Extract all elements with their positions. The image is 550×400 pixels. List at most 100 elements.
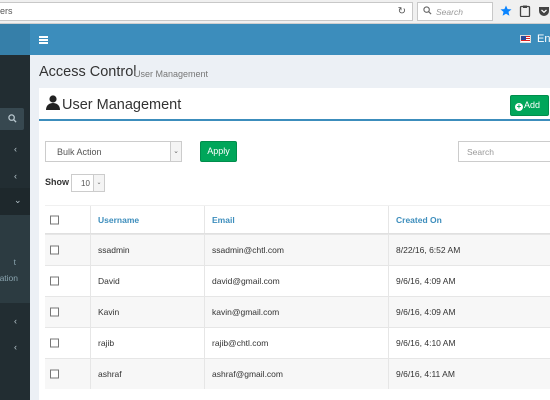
header-cell[interactable]: Email <box>204 206 388 233</box>
browser-toolbar: ers ↻ Search <box>0 0 550 24</box>
show-label: Show <box>45 177 69 187</box>
add-user-button[interactable]: + Add <box>510 95 549 116</box>
app-header <box>0 24 550 55</box>
username-cell: David <box>90 266 204 296</box>
page-size-select[interactable]: 10 ⌄ <box>71 174 105 192</box>
sidebar-submenu: t ation <box>0 215 30 303</box>
header-cell[interactable]: Created On <box>388 206 550 233</box>
select-cell <box>45 297 90 327</box>
username-cell: rajib <box>90 328 204 358</box>
chevron-down-icon: ⌄ <box>170 142 181 161</box>
email-cell: ashraf@gmail.com <box>204 359 388 389</box>
us-flag-icon[interactable] <box>520 35 531 43</box>
language-selector[interactable]: Engl <box>537 33 550 45</box>
search-icon <box>423 6 432 15</box>
user-icon <box>46 95 60 110</box>
submenu-item[interactable]: t <box>14 257 16 267</box>
email-cell: ssadmin@chtl.com <box>204 235 388 265</box>
search-icon <box>8 114 17 123</box>
clipboard-icon[interactable] <box>519 5 531 17</box>
search-input[interactable]: Search <box>458 141 550 162</box>
browser-search-box[interactable]: Search <box>417 2 493 21</box>
email: kavin@gmail.com <box>212 307 280 317</box>
table-row[interactable]: Kavin kavin@gmail.com 9/6/16, 4:09 AM <box>45 296 550 327</box>
username-cell: ssadmin <box>90 235 204 265</box>
sidebar-search-button[interactable] <box>0 108 24 130</box>
menu-toggle-icon[interactable] <box>39 36 48 44</box>
created-on: 9/6/16, 4:09 AM <box>396 307 456 317</box>
email: ashraf@gmail.com <box>212 369 283 379</box>
created-cell: 9/6/16, 4:10 AM <box>388 328 550 358</box>
address-bar[interactable]: ers ↻ <box>0 2 413 21</box>
chevron-left-icon[interactable]: ‹ <box>14 171 17 181</box>
email: david@gmail.com <box>212 276 280 286</box>
select-cell <box>45 328 90 358</box>
table-header-row: Username Email Created On <box>45 205 550 234</box>
table-row[interactable]: David david@gmail.com 9/6/16, 4:09 AM <box>45 265 550 296</box>
row-checkbox[interactable] <box>50 369 59 379</box>
username: ssadmin <box>98 245 130 255</box>
column-header-email: Email <box>212 214 235 225</box>
username: rajib <box>98 338 115 348</box>
bulk-action-select[interactable]: Bulk Action ⌄ <box>45 141 182 162</box>
address-text: ers <box>0 6 13 16</box>
username: David <box>98 276 120 286</box>
email: rajib@chtl.com <box>212 338 269 348</box>
created-on: 9/6/16, 4:09 AM <box>396 276 456 286</box>
pocket-icon[interactable] <box>538 5 550 17</box>
select-cell <box>45 359 90 389</box>
panel-title: User Management <box>62 97 182 113</box>
table-row[interactable]: ssadmin ssadmin@chtl.com 8/22/16, 6:52 A… <box>45 234 550 265</box>
search-placeholder: Search <box>467 147 494 157</box>
created-on: 9/6/16, 4:11 AM <box>396 369 455 379</box>
column-header-username: Username <box>98 214 140 225</box>
submenu-item[interactable]: ation <box>0 273 18 283</box>
panel-header: User Management + Add <box>39 88 550 121</box>
header-cell[interactable]: Username <box>90 206 204 233</box>
bulk-action-value: Bulk Action <box>57 147 102 157</box>
sidebar: ‹ ‹ ⌄ t ation ‹ ‹ <box>0 55 30 400</box>
username-cell: ashraf <box>90 359 204 389</box>
email-cell: kavin@gmail.com <box>204 297 388 327</box>
created-cell: 9/6/16, 4:11 AM <box>388 359 550 389</box>
created-cell: 9/6/16, 4:09 AM <box>388 266 550 296</box>
table-row[interactable]: ashraf ashraf@gmail.com 9/6/16, 4:11 AM <box>45 358 550 389</box>
user-management-panel: User Management + Add Bulk Action ⌄ Apply… <box>39 88 550 400</box>
chevron-left-icon[interactable]: ‹ <box>14 342 17 352</box>
chevron-left-icon[interactable]: ‹ <box>14 144 17 154</box>
email: ssadmin@chtl.com <box>212 245 284 255</box>
apply-button[interactable]: Apply <box>200 141 237 162</box>
created-cell: 8/22/16, 6:52 AM <box>388 235 550 265</box>
select-cell <box>45 266 90 296</box>
email-cell: david@gmail.com <box>204 266 388 296</box>
page-size-value: 10 <box>81 179 90 188</box>
row-checkbox[interactable] <box>50 338 59 348</box>
reload-icon[interactable]: ↻ <box>398 6 406 17</box>
plus-icon: + <box>515 102 523 111</box>
created-on: 9/6/16, 4:10 AM <box>396 338 456 348</box>
row-checkbox[interactable] <box>50 276 59 286</box>
column-header-created: Created On <box>396 214 442 225</box>
email-cell: rajib@chtl.com <box>204 328 388 358</box>
chevron-left-icon[interactable]: ‹ <box>14 316 17 326</box>
username: ashraf <box>98 369 122 379</box>
row-checkbox[interactable] <box>50 307 59 317</box>
select-cell <box>45 235 90 265</box>
select-all-checkbox[interactable] <box>50 215 59 224</box>
table-row[interactable]: rajib rajib@chtl.com 9/6/16, 4:10 AM <box>45 327 550 358</box>
created-cell: 9/6/16, 4:09 AM <box>388 297 550 327</box>
username-cell: Kavin <box>90 297 204 327</box>
browser-search-placeholder: Search <box>436 7 463 17</box>
bookmark-star-icon[interactable] <box>500 5 512 17</box>
chevron-down-icon: ⌄ <box>93 175 104 191</box>
row-checkbox[interactable] <box>50 245 59 255</box>
header-select-cell <box>45 206 90 233</box>
add-button-label: Add <box>524 100 541 110</box>
breadcrumb[interactable]: User Management <box>134 69 208 79</box>
page-title: Access Control <box>39 64 137 80</box>
sidebar-logo-area <box>0 24 30 55</box>
chevron-down-icon: ⌄ <box>14 195 22 205</box>
username: Kavin <box>98 307 120 317</box>
created-on: 8/22/16, 6:52 AM <box>396 245 461 255</box>
sidebar-item-active[interactable]: ⌄ <box>0 188 30 215</box>
